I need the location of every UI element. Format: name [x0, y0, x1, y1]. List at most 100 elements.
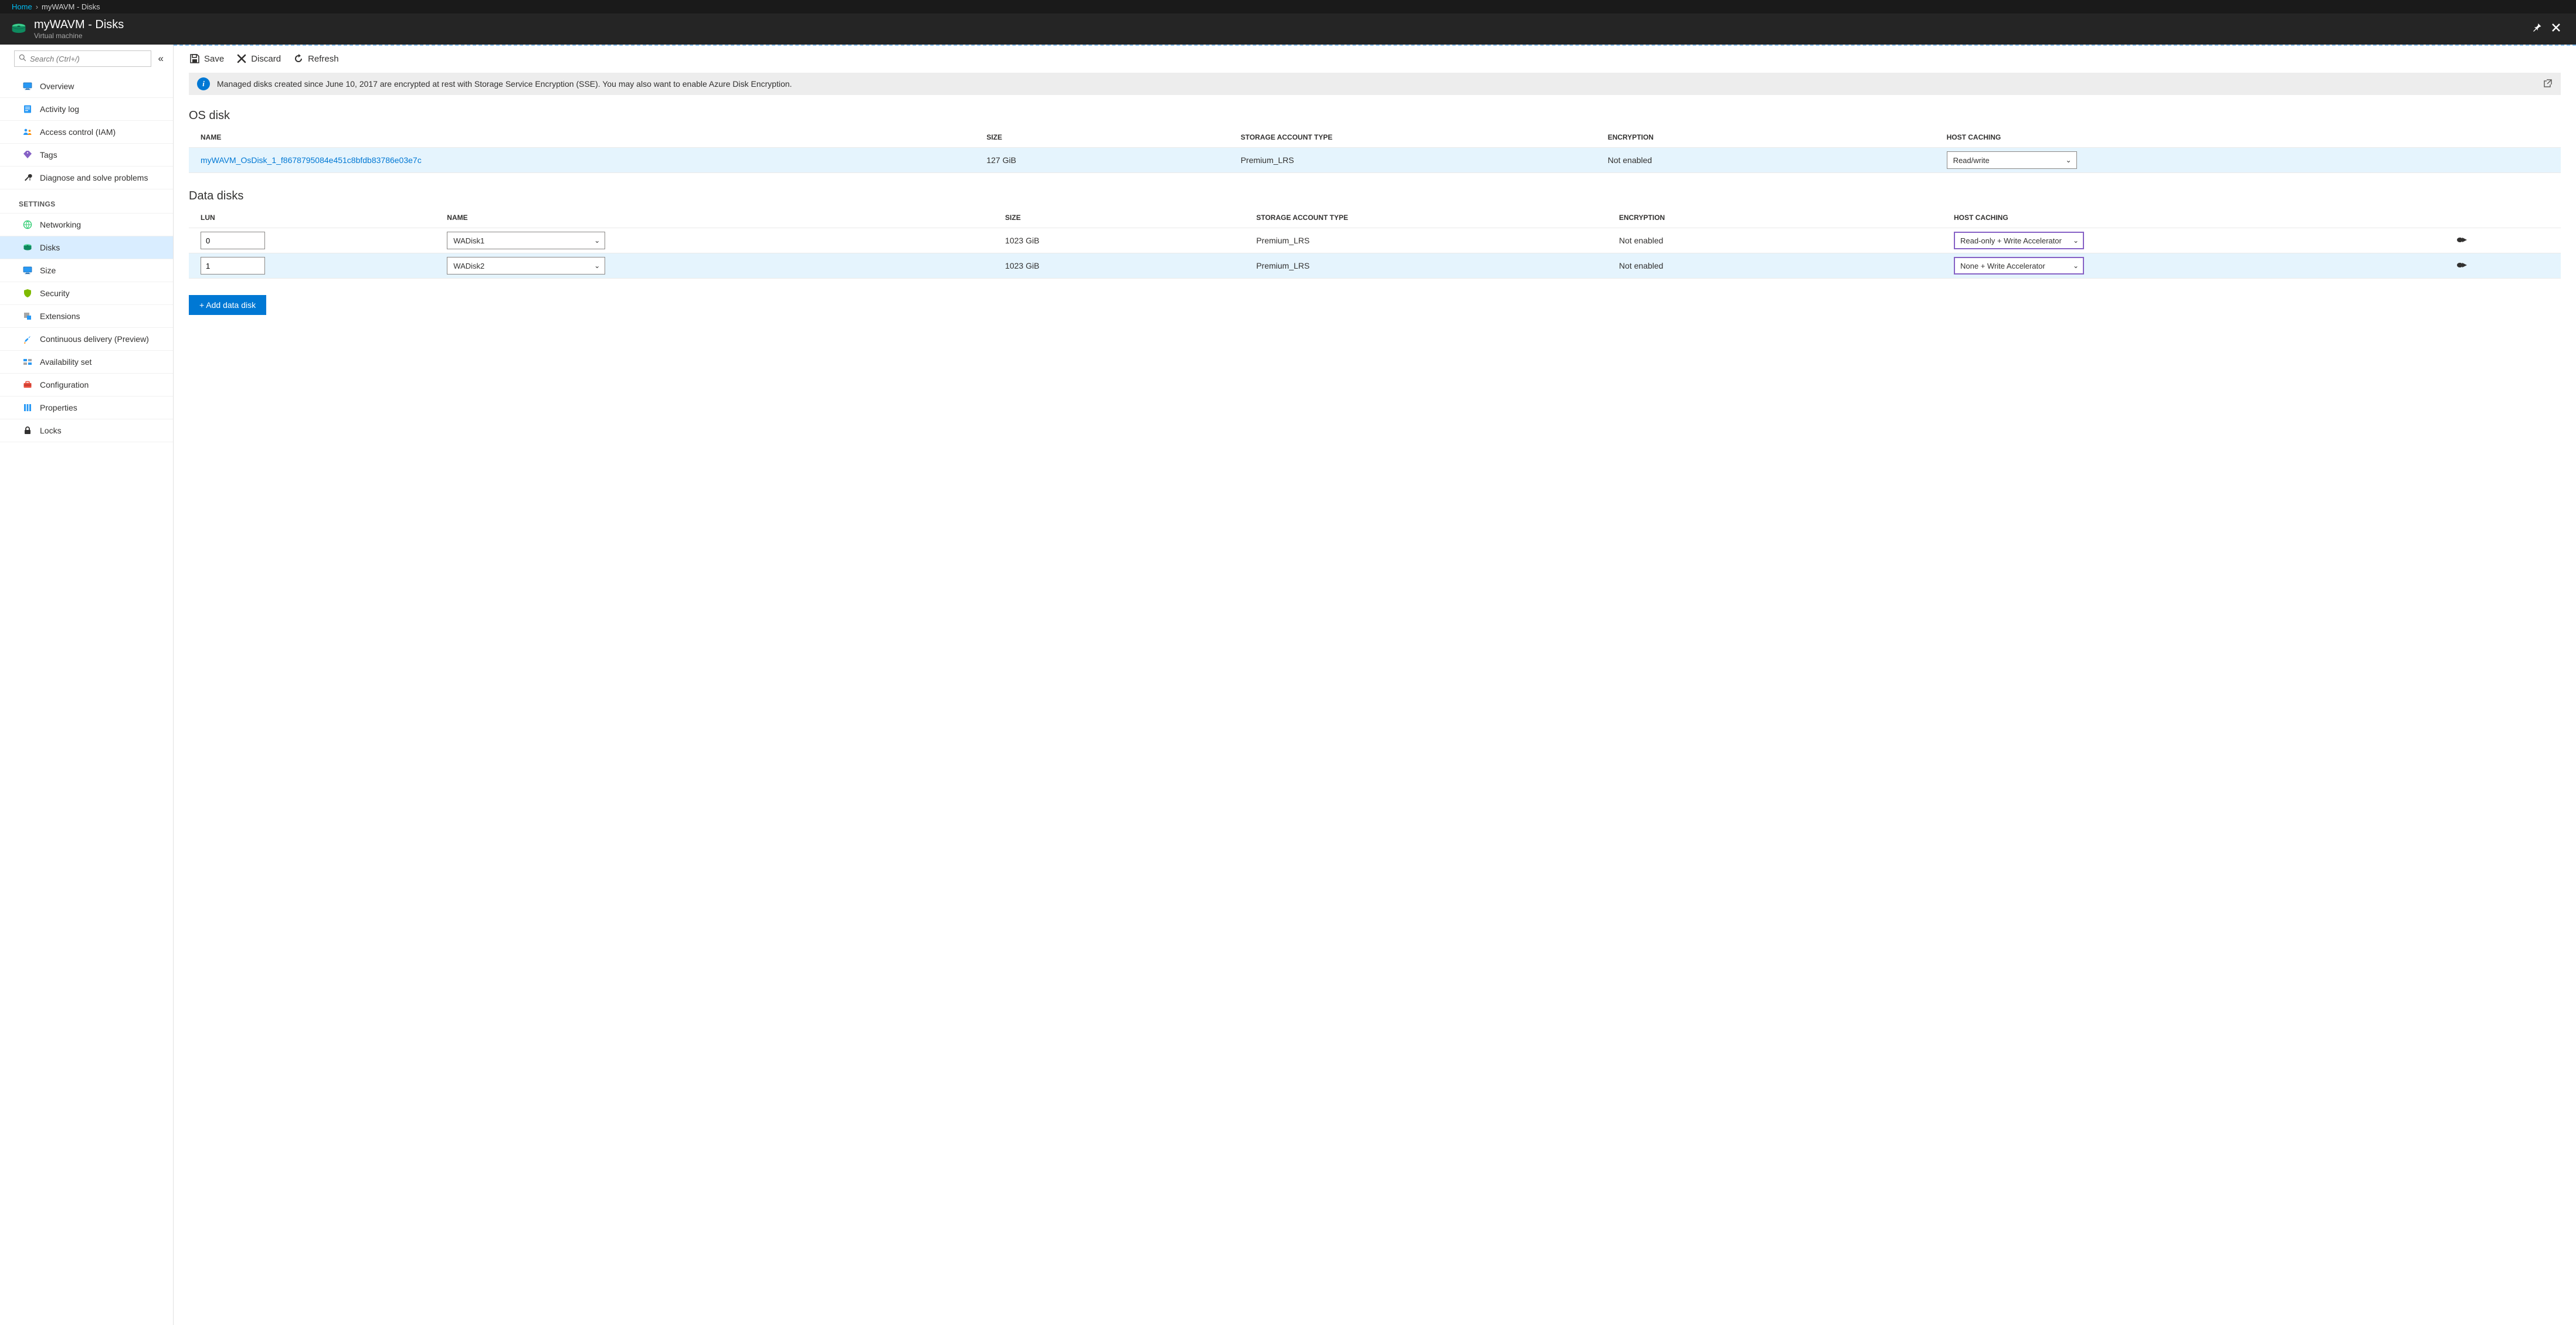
sidebar-item-security[interactable]: Security [0, 282, 173, 305]
sidebar-item-continuous-delivery[interactable]: Continuous delivery (Preview) [0, 328, 173, 351]
lock-icon [22, 425, 33, 436]
sidebar-label: Locks [40, 426, 62, 435]
breadcrumb: Home › myWAVM - Disks [0, 0, 2576, 13]
search-input[interactable] [30, 51, 151, 66]
disks-icon [22, 242, 33, 253]
network-icon [22, 219, 33, 230]
add-data-disk-button[interactable]: + Add data disk [189, 295, 266, 315]
data-disk-storage-type: Premium_LRS [1249, 228, 1612, 253]
sidebar-item-availability-set[interactable]: Availability set [0, 351, 173, 374]
sidebar-item-iam[interactable]: Access control (IAM) [0, 121, 173, 144]
info-icon: i [197, 77, 210, 90]
sidebar-label: Properties [40, 403, 77, 412]
col-size: SIZE [998, 208, 1249, 228]
lun-input[interactable] [201, 257, 265, 275]
sidebar-label: Extensions [40, 311, 80, 321]
chevron-left-double-icon: « [158, 53, 164, 64]
sidebar-item-size[interactable]: Size [0, 259, 173, 282]
chevron-down-icon: ⌄ [594, 262, 600, 270]
wrench-icon [22, 172, 33, 183]
data-disk-size: 1023 GiB [998, 228, 1249, 253]
sidebar-label: Size [40, 266, 56, 275]
col-size: SIZE [979, 127, 1233, 148]
data-disk-storage-type: Premium_LRS [1249, 253, 1612, 279]
info-banner: i Managed disks created since June 10, 2… [189, 73, 2561, 95]
sidebar-item-activity-log[interactable]: Activity log [0, 98, 173, 121]
pin-button[interactable] [2528, 21, 2547, 38]
pin-icon [2533, 23, 2542, 35]
select-value: Read/write [1953, 156, 1990, 165]
sidebar-label: Diagnose and solve problems [40, 173, 148, 182]
sidebar-collapse-button[interactable]: « [156, 53, 166, 65]
properties-icon [22, 402, 33, 413]
sidebar-item-overview[interactable]: Overview [0, 75, 173, 98]
main-panel: Save Discard Refresh i Managed disks cre… [174, 45, 2576, 1325]
breadcrumb-current: myWAVM - Disks [42, 2, 100, 11]
sidebar-search[interactable] [14, 50, 151, 67]
log-icon [22, 104, 33, 114]
external-link-icon[interactable] [2543, 79, 2553, 90]
sidebar-item-disks[interactable]: Disks [0, 236, 173, 259]
iam-icon [22, 127, 33, 137]
sidebar-item-diagnose[interactable]: Diagnose and solve problems [0, 167, 173, 189]
sidebar-item-locks[interactable]: Locks [0, 419, 173, 442]
sidebar-label: Activity log [40, 104, 79, 114]
sidebar-item-tags[interactable]: Tags [0, 144, 173, 167]
sidebar-label: Access control (IAM) [40, 127, 116, 137]
data-disk-encryption: Not enabled [1612, 253, 1947, 279]
col-name: NAME [189, 127, 979, 148]
col-host-caching: HOST CACHING [1947, 208, 2449, 228]
size-icon [22, 265, 33, 276]
os-disk-storage-type: Premium_LRS [1234, 148, 1601, 173]
tag-icon [22, 150, 33, 160]
page-title: myWAVM - Disks [34, 18, 124, 31]
refresh-button[interactable]: Refresh [293, 53, 339, 65]
col-name: NAME [440, 208, 998, 228]
lun-input[interactable] [201, 232, 265, 249]
col-host-caching: HOST CACHING [1940, 127, 2561, 148]
toolbar: Save Discard Refresh [174, 46, 2576, 73]
sidebar-label: Configuration [40, 380, 89, 389]
save-icon [189, 53, 201, 65]
disk-name-select[interactable]: WADisk1 ⌄ [447, 232, 605, 249]
sidebar-label: Networking [40, 220, 81, 229]
select-value: None + Write Accelerator [1960, 262, 2045, 270]
blade-header: myWAVM - Disks Virtual machine [0, 13, 2576, 45]
select-value: WADisk2 [453, 262, 484, 270]
sidebar-label: Availability set [40, 357, 91, 367]
data-disks-table: LUN NAME SIZE STORAGE ACCOUNT TYPE ENCRY… [189, 208, 2561, 279]
host-caching-select[interactable]: Read-only + Write Accelerator ⌄ [1954, 232, 2084, 249]
sidebar-item-configuration[interactable]: Configuration [0, 374, 173, 397]
sidebar-item-properties[interactable]: Properties [0, 397, 173, 419]
os-disk-host-caching-select[interactable]: Read/write ⌄ [1947, 151, 2077, 169]
data-disks-heading: Data disks [189, 189, 2561, 203]
sidebar-label: Security [40, 289, 70, 298]
save-button[interactable]: Save [189, 53, 224, 65]
write-accelerator-icon[interactable] [2456, 261, 2468, 269]
sidebar-item-networking[interactable]: Networking [0, 214, 173, 236]
page-subtitle: Virtual machine [34, 32, 124, 40]
discard-button[interactable]: Discard [236, 53, 281, 65]
host-caching-select[interactable]: None + Write Accelerator ⌄ [1954, 257, 2084, 275]
search-icon [15, 54, 30, 63]
close-button[interactable] [2547, 21, 2565, 38]
sidebar-item-extensions[interactable]: Extensions [0, 305, 173, 328]
toolbox-icon [22, 379, 33, 390]
breadcrumb-home[interactable]: Home [12, 2, 32, 11]
os-disk-name-link[interactable]: myWAVM_OsDisk_1_f8678795084e451c8bfdb837… [201, 155, 422, 165]
disk-name-select[interactable]: WADisk2 ⌄ [447, 257, 605, 275]
chevron-down-icon: ⌄ [594, 236, 600, 245]
write-accelerator-icon[interactable] [2456, 236, 2468, 244]
refresh-label: Refresh [308, 54, 339, 64]
data-disk-encryption: Not enabled [1612, 228, 1947, 253]
chevron-down-icon: ⌄ [2073, 236, 2079, 245]
os-disk-size: 127 GiB [979, 148, 1233, 173]
disks-resource-icon [11, 21, 27, 38]
col-lun: LUN [189, 208, 440, 228]
rocket-icon [22, 334, 33, 344]
sidebar-label: Continuous delivery (Preview) [40, 334, 149, 344]
sidebar-nav[interactable]: Overview Activity log Access control (IA… [0, 73, 173, 1325]
select-value: Read-only + Write Accelerator [1960, 236, 2062, 245]
availability-icon [22, 357, 33, 367]
sidebar-label: Disks [40, 243, 60, 252]
